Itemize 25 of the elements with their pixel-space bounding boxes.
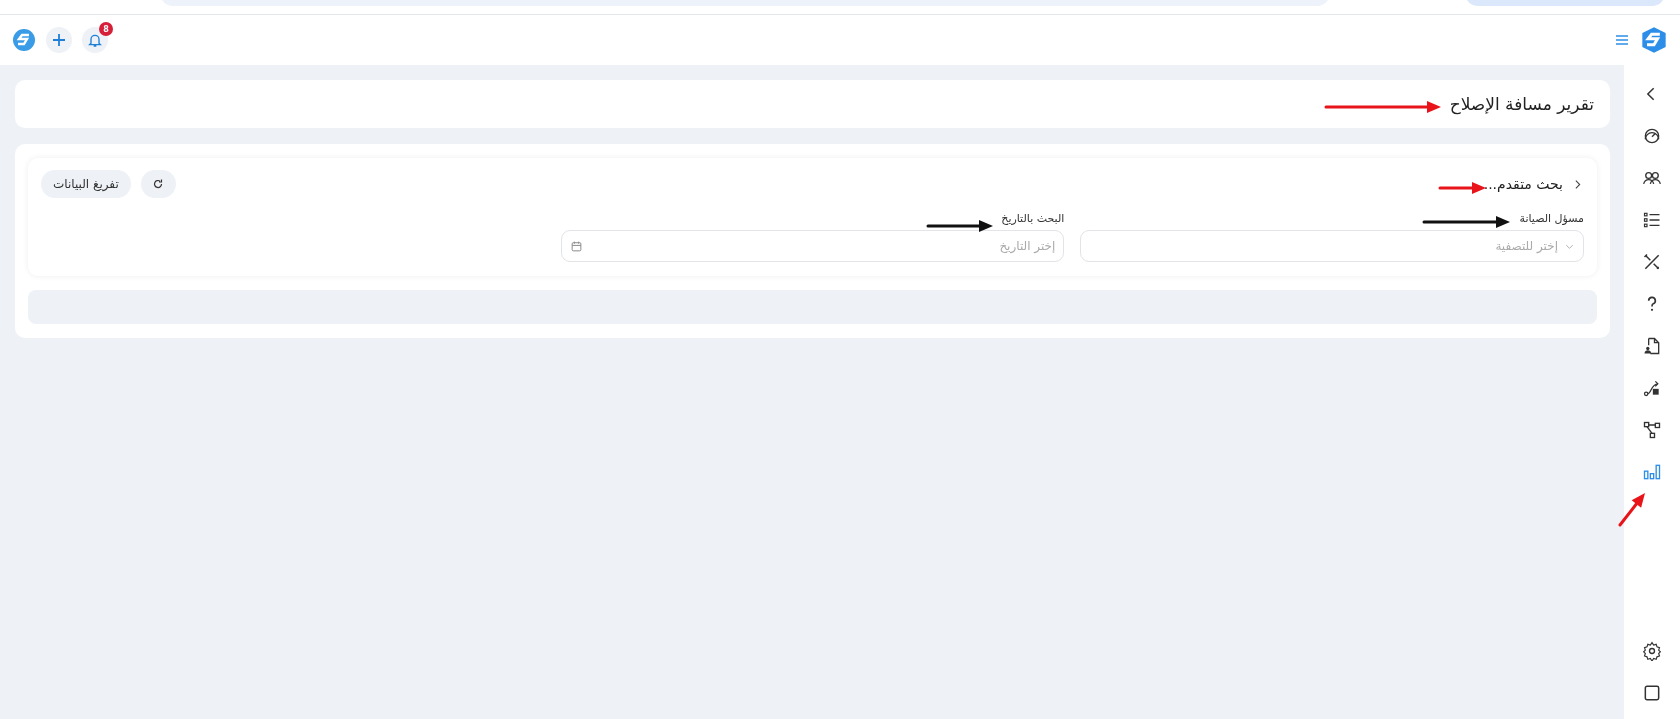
refresh-icon (152, 178, 165, 190)
field-label: البحث بالتاريخ (1000, 212, 1065, 225)
square-icon (1642, 683, 1662, 703)
refresh-button[interactable] (140, 170, 176, 198)
logo-icon[interactable] (1640, 26, 1668, 54)
calendar-icon (569, 239, 583, 253)
plus-icon (50, 31, 68, 49)
hierarchy-icon (1642, 420, 1662, 440)
field-label: مسؤل الصيانة (1518, 212, 1584, 225)
notification-count: 8 (99, 22, 113, 36)
add-button[interactable] (46, 27, 72, 53)
document-person-icon (1642, 336, 1662, 356)
settings-icon (1642, 641, 1662, 661)
bell-icon (87, 32, 103, 48)
clear-data-button[interactable]: تفريغ البيانات (41, 170, 131, 198)
notifications-button[interactable] (82, 27, 108, 53)
placeholder: إختر التاريخ (999, 239, 1056, 253)
logo-icon[interactable] (12, 28, 36, 52)
transfer-icon (1642, 378, 1662, 398)
gauge-icon (1642, 126, 1662, 146)
page-title: تقرير مسافة الإصلاح (1449, 94, 1594, 114)
list-icon (1642, 210, 1662, 230)
placeholder: إختر للتصفية (1495, 239, 1558, 253)
bar-chart-icon (1642, 462, 1662, 482)
advanced-search-title[interactable]: بحث متقدم... (1483, 176, 1563, 192)
